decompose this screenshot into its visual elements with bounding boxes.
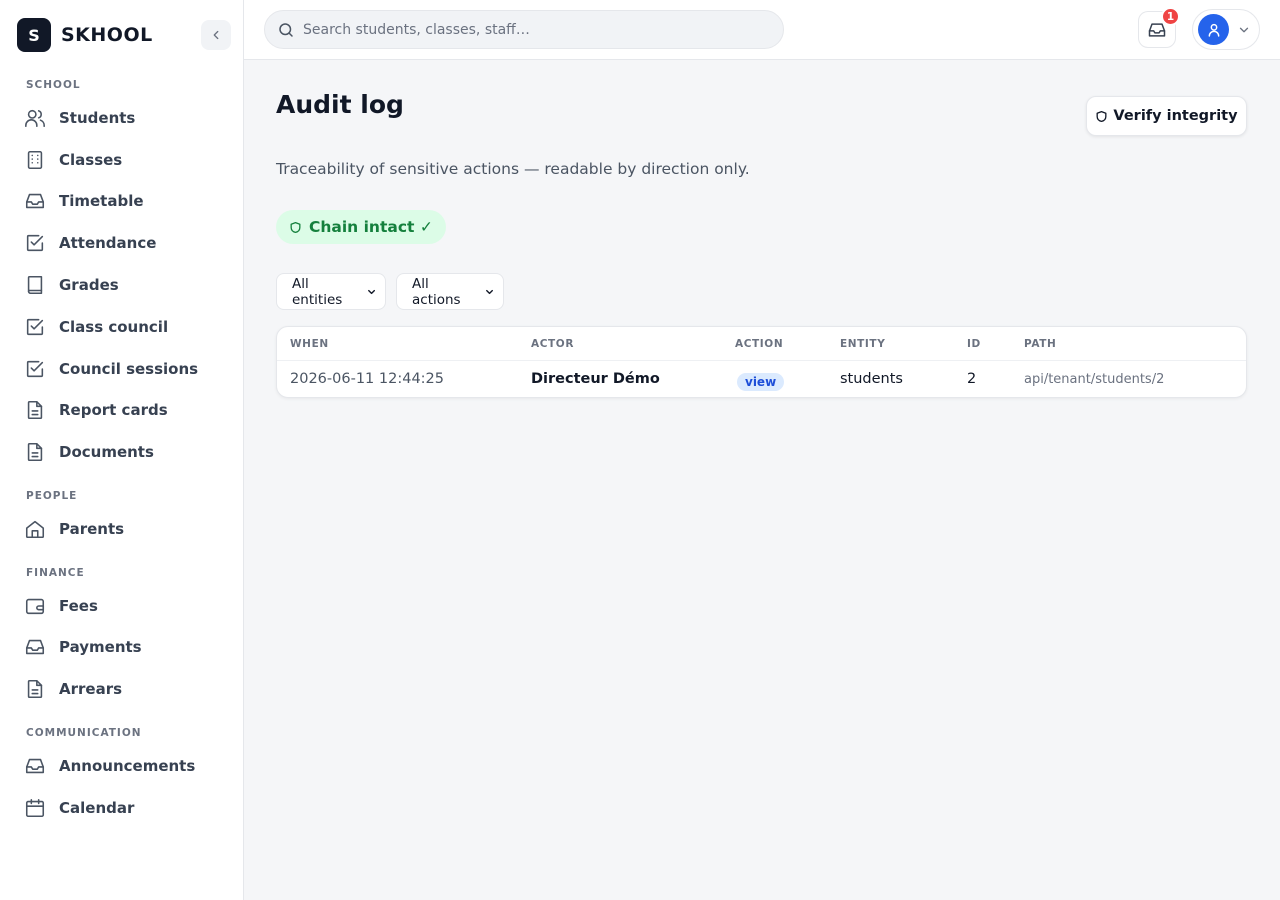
column-header-id: ID [967,338,981,350]
brand[interactable]: S SKHOOL [17,18,153,52]
avatar [1198,14,1229,45]
entity-filter-value: All entities [292,275,343,308]
entity-filter-select[interactable]: All entities [276,273,386,310]
sidebar-item-label: Announcements [59,757,196,775]
sidebar-item-students[interactable]: Students [24,101,224,135]
user-icon [1208,23,1219,37]
calendar-icon [24,797,46,819]
sidebar-item-label: Fees [59,597,98,615]
sidebar-item-label: Documents [59,443,154,461]
sidebar-item-classes[interactable]: Classes [24,143,224,177]
verify-integrity-button[interactable]: Verify integrity [1086,96,1247,136]
sidebar-item-label: Council sessions [59,360,199,378]
shield-icon [290,221,301,233]
inbox-icon [24,190,46,212]
table-row[interactable]: 2026-06-11 12:44:25 Directeur Démo view … [277,361,1246,397]
sidebar-item-arrears[interactable]: Arrears [24,672,224,706]
sidebar-item-council-sessions[interactable]: Council sessions [24,352,224,386]
page-title: Audit log [276,90,404,119]
topbar: 1 [244,0,1280,60]
sidebar-item-calendar[interactable]: Calendar [24,791,224,825]
file-text-icon [24,678,46,700]
book-icon [24,274,46,296]
sidebar-item-label: Attendance [59,234,157,252]
action-badge: view [737,373,785,391]
column-header-entity: ENTITY [840,338,886,350]
sidebar-item-attendance[interactable]: Attendance [24,226,224,260]
column-header-when: WHEN [290,338,329,350]
nav-section-communication: COMMUNICATION [26,727,142,739]
search-icon [279,22,293,37]
sidebar-item-label: Class council [59,318,169,336]
sidebar-item-documents[interactable]: Documents [24,435,224,469]
building-icon [24,149,46,171]
check-square-icon [24,316,46,338]
cell-entity: students [840,371,903,387]
sidebar-item-label: Report cards [59,401,168,419]
shield-icon [1096,110,1107,122]
sidebar-item-class-council[interactable]: Class council [24,310,224,344]
notification-badge: 1 [1161,7,1180,26]
sidebar-item-label: Classes [59,151,123,169]
cell-path: api/tenant/students/2 [1024,372,1165,387]
file-text-icon [24,441,46,463]
sidebar-item-parents[interactable]: Parents [24,512,224,546]
page-subtitle: Traceability of sensitive actions — read… [276,160,750,178]
column-header-path: PATH [1024,338,1057,350]
check-square-icon [24,232,46,254]
table-header: WHEN ACTOR ACTION ENTITY ID PATH [277,327,1246,361]
sidebar-item-label: Arrears [59,680,123,698]
sidebar-item-fees[interactable]: Fees [24,589,224,623]
chevron-down-icon [1239,27,1249,32]
collapse-sidebar-button[interactable] [201,20,231,50]
sidebar-item-label: Grades [59,276,119,294]
sidebar-item-label: Timetable [59,192,144,210]
search-bar[interactable] [264,10,784,49]
user-menu-button[interactable] [1192,9,1260,50]
cell-when: 2026-06-11 12:44:25 [290,371,444,387]
action-filter-select[interactable]: All actions [396,273,504,310]
cell-actor: Directeur Démo [531,371,660,387]
nav-section-finance: FINANCE [26,567,85,579]
inbox-icon [24,636,46,658]
sidebar-item-payments[interactable]: Payments [24,630,224,664]
chevron-left-icon [213,30,219,40]
sidebar-item-report-cards[interactable]: Report cards [24,393,224,427]
inbox-icon [24,755,46,777]
column-header-actor: ACTOR [531,338,575,350]
column-header-action: ACTION [735,338,784,350]
search-input[interactable] [303,21,763,38]
verify-integrity-label: Verify integrity [1113,108,1238,124]
cell-id: 2 [967,371,977,387]
file-text-icon [24,399,46,421]
sidebar-item-label: Payments [59,638,142,656]
sidebar-item-timetable[interactable]: Timetable [24,184,224,218]
chevron-down-icon [367,289,375,294]
sidebar: S SKHOOL SCHOOL Students Classes Timetab… [0,0,244,900]
audit-log-table: WHEN ACTOR ACTION ENTITY ID PATH 2026-06… [276,326,1247,398]
wallet-icon [24,595,46,617]
chain-status-label: Chain intact ✓ [309,218,433,236]
brand-logo: S [17,18,51,52]
sidebar-item-grades[interactable]: Grades [24,268,224,302]
chain-status-badge: Chain intact ✓ [276,210,446,244]
sidebar-item-announcements[interactable]: Announcements [24,749,224,783]
action-filter-value: All actions [412,275,461,308]
users-icon [24,107,46,129]
chevron-down-icon [486,289,493,294]
sidebar-item-label: Students [59,109,136,127]
nav-section-school: SCHOOL [26,79,81,91]
home-icon [24,518,46,540]
check-square-icon [24,358,46,380]
brand-name: SKHOOL [61,24,153,46]
nav-section-people: PEOPLE [26,490,78,502]
sidebar-item-label: Parents [59,520,125,538]
sidebar-item-label: Calendar [59,799,135,817]
